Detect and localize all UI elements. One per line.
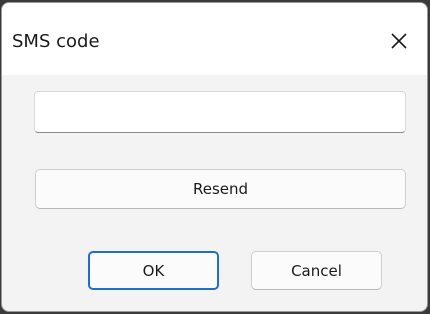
close-button[interactable] — [385, 27, 413, 55]
close-icon — [391, 33, 407, 49]
sms-code-dialog: SMS code Resend OK Cancel — [1, 2, 428, 312]
dialog-title: SMS code — [12, 31, 100, 52]
sms-code-input[interactable] — [34, 91, 406, 133]
cancel-button[interactable]: Cancel — [251, 251, 382, 290]
ok-button[interactable]: OK — [88, 251, 219, 290]
dialog-titlebar: SMS code — [2, 3, 427, 75]
resend-button[interactable]: Resend — [35, 169, 406, 209]
